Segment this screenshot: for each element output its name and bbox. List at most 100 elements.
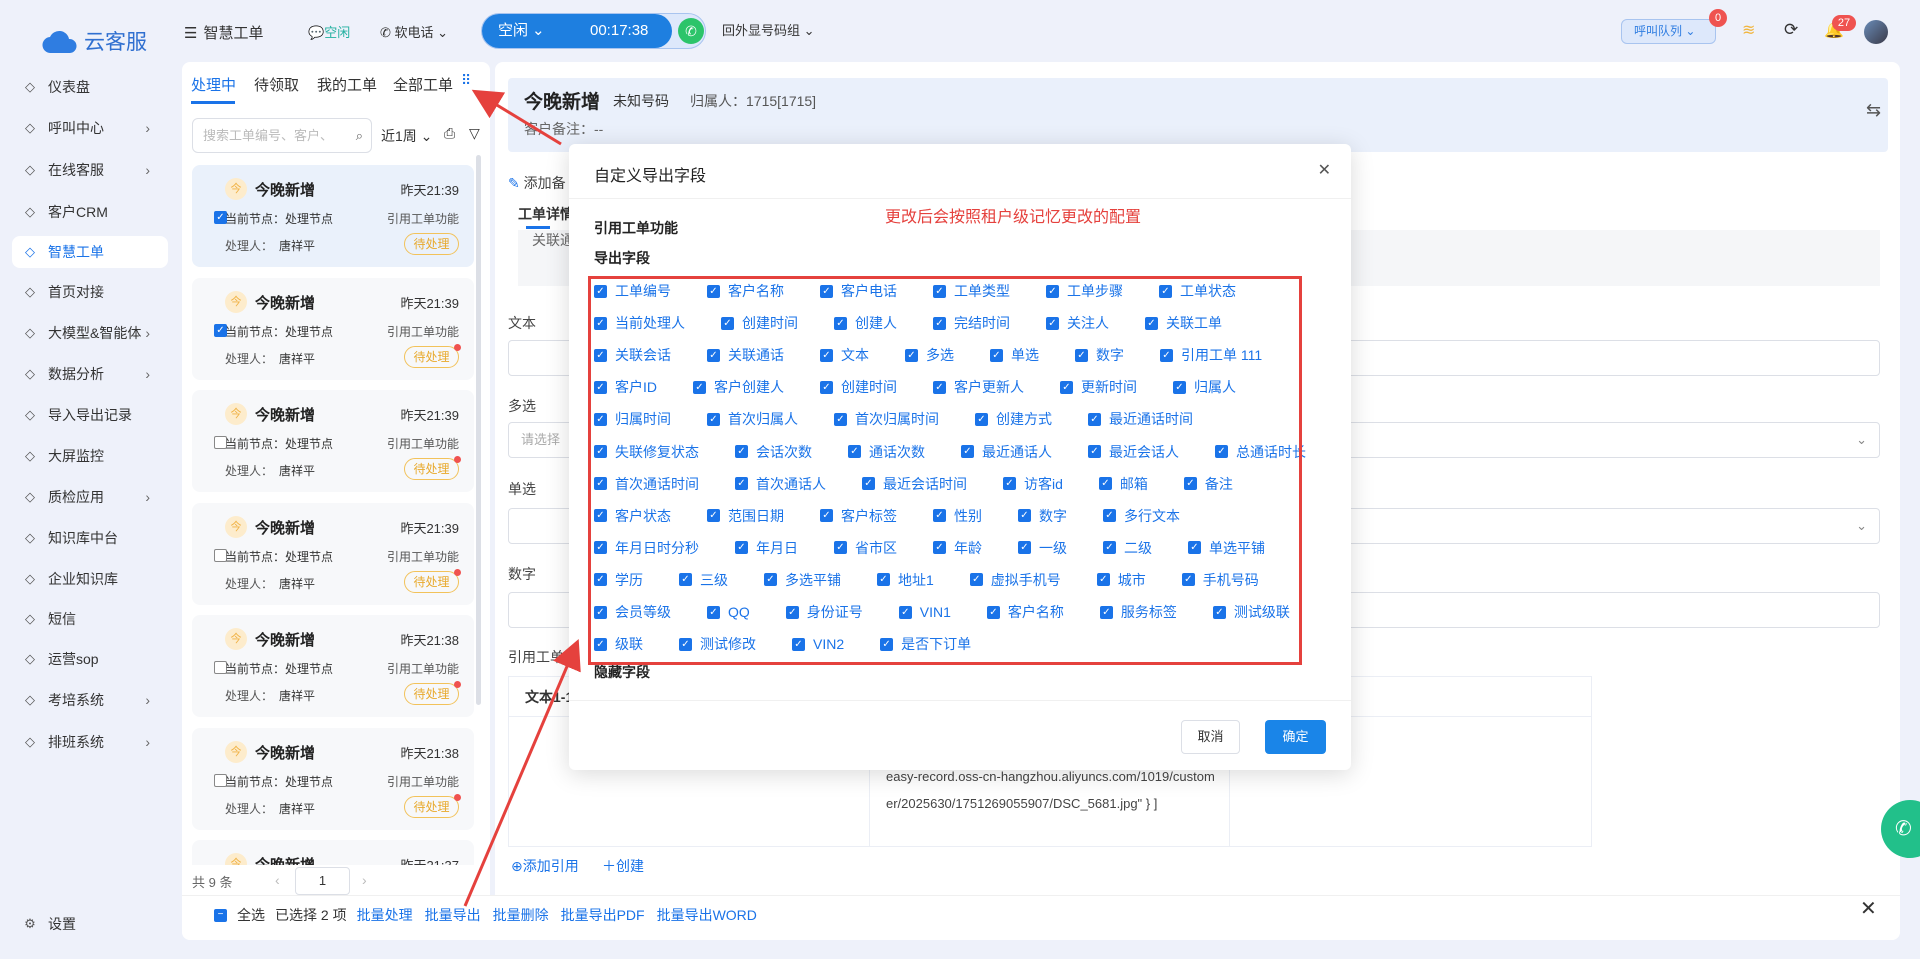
handler-label: 处理人： bbox=[225, 689, 274, 703]
tab[interactable]: 待领取 bbox=[254, 74, 299, 95]
sidebar-item-label: 数据分析 bbox=[48, 366, 104, 382]
bulk-action-link[interactable]: 批量处理 bbox=[357, 907, 413, 923]
sidebar-item[interactable]: ◇ 仪表盘 bbox=[12, 71, 168, 103]
phone-icon: ◇ bbox=[25, 120, 35, 135]
detail-tab-underline bbox=[526, 226, 550, 229]
sms-icon: ◇ bbox=[25, 611, 35, 626]
ticket-card[interactable]: 今今晚新增 昨天21:39 当前节点：处理节点 引用工单功能 处理人： 唐祥平 待处理 bbox=[192, 390, 474, 492]
sidebar-item[interactable]: ◇ 智慧工单 bbox=[12, 236, 168, 268]
sidebar-item[interactable]: ◇ 排班系统 › bbox=[12, 726, 168, 758]
sidebar-item[interactable]: ◇ 短信 bbox=[12, 603, 168, 635]
list-scrollbar[interactable] bbox=[476, 155, 481, 705]
sidebar-item[interactable]: ◇ 大模型&智能体 › bbox=[12, 317, 168, 349]
add-ref-button[interactable]: ⊕添加引用 bbox=[511, 856, 579, 876]
create-label: 创建 bbox=[616, 858, 644, 874]
sidebar-item-settings[interactable]: ⚙ 设置 bbox=[12, 908, 168, 940]
headset-icon: ◇ bbox=[25, 162, 35, 177]
confirm-button[interactable]: 确定 bbox=[1265, 720, 1326, 754]
library-icon: ◇ bbox=[25, 571, 35, 586]
agent-status[interactable]: 💬空闲 bbox=[308, 22, 350, 41]
sidebar-item[interactable]: ◇ 导入导出记录 bbox=[12, 399, 168, 431]
period-label: 近1周 bbox=[381, 128, 417, 144]
tab-ticket-detail[interactable]: 工单详情 bbox=[518, 204, 574, 224]
sidebar-item[interactable]: ◇ 知识库中台 bbox=[12, 522, 168, 554]
queue-label: 呼叫队列 bbox=[1634, 24, 1683, 38]
grid-icon[interactable]: ⠿ bbox=[461, 72, 471, 89]
next-page-button[interactable]: › bbox=[362, 872, 367, 888]
sidebar-item-label: 仪表盘 bbox=[48, 79, 90, 95]
ticket-ref: 引用工单功能 bbox=[386, 324, 459, 339]
call-state-pill: 空闲 ⌄ 00:17:38 ✆ bbox=[481, 13, 706, 49]
tab-active-underline bbox=[191, 101, 235, 104]
handler-label: 处理人： bbox=[225, 801, 274, 816]
ticket-card[interactable]: 今今晚新增 昨天21:38 当前节点：处理节点 引用工单功能 处理人： 唐祥平 待处理 bbox=[192, 615, 474, 717]
bulk-action-link[interactable]: 批量导出WORD bbox=[657, 907, 757, 923]
status-label: 待处理 bbox=[413, 462, 450, 476]
ticket-ref: 引用工单功能 bbox=[386, 212, 459, 226]
exam-icon: ◇ bbox=[25, 692, 35, 707]
create-button[interactable]: ＋创建 bbox=[602, 856, 644, 876]
sidebar-item[interactable]: ◇ 呼叫中心 › bbox=[12, 112, 168, 144]
sidebar-item[interactable]: ◇ 数据分析 › bbox=[12, 358, 168, 390]
sub-tab-linked-calls[interactable]: 关联通 bbox=[532, 230, 574, 250]
select-all-checkbox[interactable]: − bbox=[214, 908, 227, 922]
chevron-right-icon: › bbox=[145, 489, 150, 505]
chevron-down-icon: ⌄ bbox=[532, 22, 545, 39]
page-input[interactable]: 1 bbox=[295, 867, 350, 895]
outbound-group-dropdown[interactable]: 回外显号码组 ⌄ bbox=[722, 20, 815, 39]
call-state-label: 空闲 bbox=[498, 22, 529, 39]
sidebar-item[interactable]: ◇ 首页对接 bbox=[12, 276, 168, 308]
monitor-icon: ◇ bbox=[25, 284, 35, 299]
sidebar-item[interactable]: ◇ 质检应用 › bbox=[12, 481, 168, 513]
filter-icon[interactable]: ▽ bbox=[469, 125, 480, 142]
sidebar-item[interactable]: ◇ 大屏监控 bbox=[12, 440, 168, 472]
ticket-title: 今晚新增 bbox=[255, 182, 316, 199]
edit-icon: ✎ bbox=[508, 175, 520, 191]
ticket-ref: 引用工单功能 bbox=[386, 662, 459, 676]
sidebar-item[interactable]: ◇ 考培系统 › bbox=[12, 684, 168, 716]
sidebar-item[interactable]: ◇ 客户CRM bbox=[12, 196, 168, 228]
sidebar-item-label: 呼叫中心 bbox=[48, 120, 104, 136]
sidebar-item-label: 企业知识库 bbox=[48, 571, 118, 587]
modal-close-icon[interactable]: ✕ bbox=[1318, 160, 1331, 180]
softphone-dropdown[interactable]: ✆ 软电话 ⌄ bbox=[380, 22, 448, 41]
module-title[interactable]: ☰ 智慧工单 bbox=[184, 22, 263, 43]
close-bulk-bar-icon[interactable]: ✕ bbox=[1860, 896, 1877, 921]
tab[interactable]: 我的工单 bbox=[317, 74, 377, 95]
ai-icon: ◇ bbox=[25, 325, 35, 340]
section-title: 引用工单功能 bbox=[594, 220, 678, 236]
answer-call-button[interactable]: ✆ bbox=[678, 18, 704, 44]
sidebar-item-label: 排班系统 bbox=[48, 734, 104, 750]
sidebar-item[interactable]: ◇ 运营sop bbox=[12, 643, 168, 675]
refresh-icon[interactable]: ⟳ bbox=[1784, 20, 1798, 40]
ticket-card[interactable]: 今今晚新增 昨天21:38 当前节点：处理节点 引用工单功能 处理人： 唐祥平 待处理 bbox=[192, 727, 474, 830]
ticket-avatar: 今 bbox=[225, 515, 247, 538]
call-state-dropdown[interactable]: 空闲 ⌄ 00:17:38 bbox=[482, 14, 672, 48]
tab[interactable]: 全部工单 bbox=[393, 74, 453, 95]
book-icon: ◇ bbox=[25, 530, 35, 545]
bulk-action-link[interactable]: 批量导出PDF bbox=[561, 907, 645, 923]
search-input[interactable]: 搜索工单编号、客户、 ⌕ bbox=[192, 118, 372, 153]
period-dropdown[interactable]: 近1周 ⌄ bbox=[381, 126, 432, 146]
ticket-title: 今晚新增 bbox=[255, 519, 316, 537]
call-queue-button[interactable]: 呼叫队列 ⌄ bbox=[1621, 19, 1716, 44]
bulk-action-link[interactable]: 批量导出 bbox=[425, 907, 481, 923]
ticket-title: 今晚新增 bbox=[255, 632, 316, 649]
ticket-card[interactable]: 今今晚新增 昨天21:39 ✓ 当前节点：处理节点 引用工单功能 处理人： 唐祥平 待处理 bbox=[192, 165, 474, 267]
tab[interactable]: 处理中 bbox=[191, 74, 236, 95]
sidebar-item[interactable]: ◇ 企业知识库 bbox=[12, 563, 168, 595]
cancel-button[interactable]: 取消 bbox=[1181, 720, 1240, 754]
avatar[interactable] bbox=[1864, 20, 1888, 44]
prev-page-button[interactable]: ‹ bbox=[275, 872, 280, 888]
add-remark-button[interactable]: ✎ 添加备 bbox=[508, 173, 566, 193]
sidebar-item[interactable]: ◇ 在线客服 › bbox=[12, 154, 168, 186]
ticket-card[interactable]: 今今晚新增 昨天21:39 ✓ 当前节点：处理节点 引用工单功能 处理人： 唐祥平 待处理 bbox=[192, 277, 474, 380]
bulk-action-link[interactable]: 批量删除 bbox=[493, 907, 549, 923]
ticket-icon: ◇ bbox=[25, 244, 35, 259]
import-export-icon: ◇ bbox=[25, 407, 35, 422]
schedule-icon: ◇ bbox=[25, 734, 35, 749]
print-icon[interactable]: ⎙ bbox=[444, 125, 455, 142]
switch-icon[interactable]: ⇆ bbox=[1866, 100, 1881, 121]
select-all-label[interactable]: 全选 bbox=[237, 905, 265, 925]
ticket-card[interactable]: 今今晚新增 昨天21:39 当前节点：处理节点 引用工单功能 处理人： 唐祥平 待处理 bbox=[192, 502, 474, 605]
